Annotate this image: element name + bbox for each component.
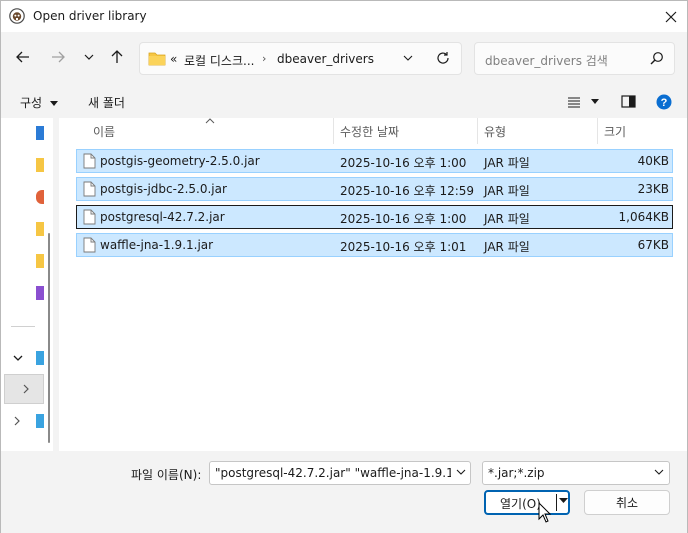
window-title: Open driver library <box>33 9 147 23</box>
breadcrumb-dbeaver-drivers[interactable]: dbeaver_drivers <box>277 52 374 66</box>
column-header-size[interactable]: 크기 <box>604 123 626 149</box>
back-button[interactable] <box>11 45 35 69</box>
filename-value: "postgresql-42.7.2.jar" "waffle-jna-1.9.… <box>215 466 451 480</box>
arrow-up-icon <box>111 50 123 63</box>
search-icon <box>650 52 663 65</box>
file-list[interactable]: 이름 수정한 날짜 유형 크기 postgis-geometry-2.5.0.j… <box>59 118 687 451</box>
new-folder-button[interactable]: 새 폴더 <box>88 94 125 111</box>
file-name: postgis-geometry-2.5.0.jar <box>100 154 260 168</box>
recent-locations-button[interactable] <box>77 45 101 69</box>
close-icon <box>665 11 677 22</box>
filename-input[interactable]: "postgresql-42.7.2.jar" "waffle-jna-1.9.… <box>209 461 471 485</box>
organize-button[interactable]: 구성 <box>20 94 58 111</box>
folder-icon <box>148 52 166 66</box>
file-icon <box>83 209 96 225</box>
view-list-icon[interactable] <box>567 96 581 108</box>
organize-label: 구성 <box>20 96 43 110</box>
file-type: JAR 파일 <box>484 240 530 254</box>
file-size: 23KB <box>637 182 669 196</box>
file-modified: 2025-10-16 오후 12:59 <box>340 184 475 198</box>
chevron-down-icon[interactable] <box>13 354 23 362</box>
nav-selected-item[interactable] <box>4 374 44 404</box>
file-size: 67KB <box>637 238 669 252</box>
file-name: postgis-jdbc-2.5.0.jar <box>100 182 227 196</box>
breadcrumb-overflow[interactable]: « <box>170 52 177 66</box>
chevron-down-icon <box>654 469 664 475</box>
nav-scrollbar[interactable] <box>48 233 50 443</box>
cancel-button[interactable]: 취소 <box>584 490 670 515</box>
file-icon <box>83 181 96 197</box>
command-bar: 구성 새 폴더 ? <box>1 84 687 118</box>
file-icon <box>83 237 96 253</box>
folder-icon[interactable] <box>36 222 44 236</box>
title-bar: Open driver library <box>1 1 687 32</box>
up-button[interactable] <box>105 45 129 69</box>
file-type-filter[interactable]: *.jar;*.zip <box>482 461 670 485</box>
file-row[interactable]: postgresql-42.7.2.jar 2025-10-16 오후 1:00… <box>76 205 673 229</box>
dialog-footer: 파일 이름(N): "postgresql-42.7.2.jar" "waffl… <box>1 451 687 533</box>
file-icon <box>83 153 96 169</box>
refresh-icon[interactable] <box>436 51 450 65</box>
file-type: JAR 파일 <box>484 212 530 226</box>
file-type: JAR 파일 <box>484 156 530 170</box>
file-name: waffle-jna-1.9.1.jar <box>100 238 214 252</box>
column-header-name[interactable]: 이름 <box>93 123 115 149</box>
file-size: 1,064KB <box>618 210 669 224</box>
navigation-pane[interactable] <box>1 118 53 451</box>
chevron-down-icon[interactable] <box>403 53 413 63</box>
file-row[interactable]: postgis-jdbc-2.5.0.jar 2025-10-16 오후 12:… <box>76 177 673 201</box>
caret-down-icon[interactable] <box>559 498 568 504</box>
column-divider[interactable] <box>597 118 598 144</box>
folder-icon[interactable] <box>36 158 44 172</box>
breadcrumb-local-disk[interactable]: 로컬 디스크... <box>184 52 254 69</box>
this-pc-icon[interactable] <box>36 351 44 365</box>
file-modified: 2025-10-16 오후 1:01 <box>340 240 467 254</box>
search-input[interactable]: dbeaver_drivers 검색 <box>474 42 675 75</box>
nav-divider <box>11 326 35 327</box>
chevron-right-icon <box>23 384 29 394</box>
split-divider <box>556 494 557 511</box>
address-row: « 로컬 디스크... › dbeaver_drivers dbeaver_dr… <box>1 32 687 84</box>
file-type: JAR 파일 <box>484 184 530 198</box>
close-button[interactable] <box>655 1 687 32</box>
mouse-cursor-icon <box>538 502 552 523</box>
column-divider[interactable] <box>477 118 478 144</box>
file-modified: 2025-10-16 오후 1:00 <box>340 212 467 226</box>
svg-text:?: ? <box>661 97 668 109</box>
arrow-left-icon <box>16 51 29 63</box>
arrow-right-icon <box>52 51 65 63</box>
file-name: postgresql-42.7.2.jar <box>100 210 225 224</box>
dbeaver-app-icon <box>9 8 25 24</box>
help-icon[interactable]: ? <box>656 94 672 110</box>
caret-down-icon <box>49 100 58 106</box>
file-row[interactable]: waffle-jna-1.9.1.jar 2025-10-16 오후 1:01 … <box>76 233 673 257</box>
network-icon[interactable] <box>36 414 44 428</box>
file-row[interactable]: postgis-geometry-2.5.0.jar 2025-10-16 오후… <box>76 149 673 173</box>
open-file-dialog: Open driver library « 로컬 디스크... › dbeave… <box>0 0 688 533</box>
sort-up-icon <box>205 118 215 124</box>
chevron-right-icon[interactable] <box>14 416 21 426</box>
preview-pane-icon[interactable] <box>621 95 636 108</box>
caret-down-icon[interactable] <box>591 99 599 105</box>
forward-button[interactable] <box>46 45 70 69</box>
open-button[interactable]: 열기(O) <box>484 490 570 515</box>
video-icon[interactable] <box>36 286 44 300</box>
breadcrumb[interactable]: « 로컬 디스크... › dbeaver_drivers <box>139 42 462 75</box>
filename-label: 파일 이름(N): <box>131 468 202 482</box>
chevron-down-icon <box>84 54 94 60</box>
search-placeholder: dbeaver_drivers 검색 <box>485 54 608 68</box>
chevron-down-icon[interactable] <box>456 467 466 477</box>
pc-icon[interactable] <box>36 126 44 140</box>
column-header-modified[interactable]: 수정한 날짜 <box>340 123 399 149</box>
folder-icon[interactable] <box>36 254 44 268</box>
music-icon[interactable] <box>36 190 44 204</box>
column-divider[interactable] <box>333 118 334 144</box>
file-modified: 2025-10-16 오후 1:00 <box>340 156 467 170</box>
breadcrumb-separator-icon[interactable]: › <box>262 52 266 65</box>
file-size: 40KB <box>637 154 669 168</box>
open-label: 열기(O) <box>500 497 541 511</box>
filter-value: *.jar;*.zip <box>488 466 545 480</box>
column-header-type[interactable]: 유형 <box>484 123 506 149</box>
